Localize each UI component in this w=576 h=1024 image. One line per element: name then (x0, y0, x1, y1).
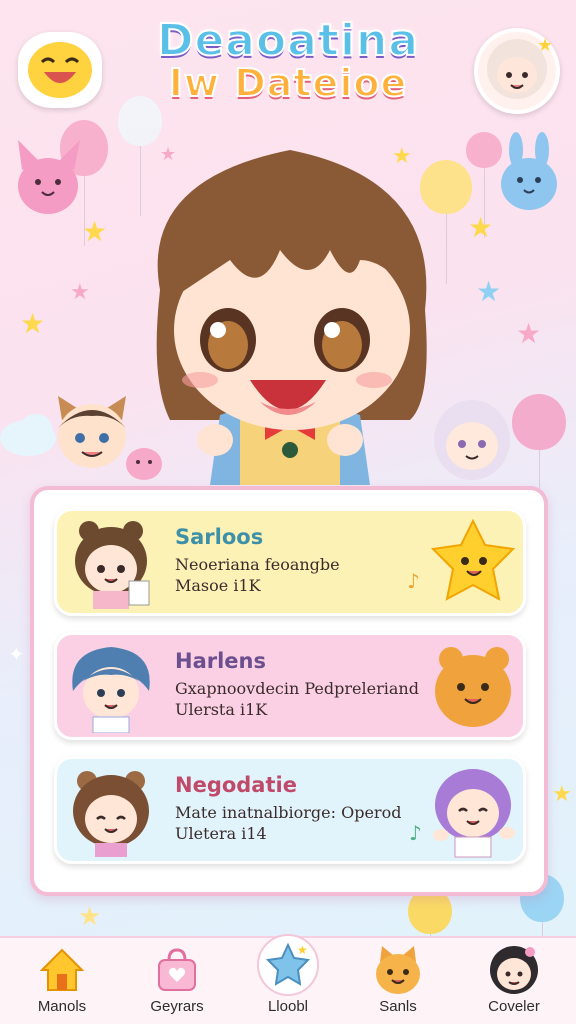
bear-ear-girl-avatar (73, 771, 149, 857)
list-item[interactable]: Sarloos Neoeriana feoangbe Masoe i1K ♪ (54, 508, 526, 616)
list-item[interactable]: Harlens Gxapnoovdecin Pedpreleriand Uler… (54, 632, 526, 740)
list-item-name: Sarloos (175, 525, 264, 549)
star-decoration: ★ (552, 782, 572, 807)
list-item-meta: Ulersta i1K (175, 700, 268, 719)
star-decoration: ★ (70, 280, 90, 305)
music-note-icon: ♪ (407, 569, 420, 593)
star-decoration: ✦ (8, 642, 25, 666)
star-decoration: ★ (20, 307, 46, 340)
chibi-girl-illustration (120, 140, 460, 485)
nav-item-featured[interactable]: ★ Lloobl (238, 934, 338, 1024)
cloud-decoration (0, 414, 56, 456)
list-item-name: Harlens (175, 649, 266, 673)
cat-icon (376, 946, 420, 994)
bottom-nav: Manols Geyrars ★ Lloobl Sanls Coveler (0, 934, 576, 1024)
blue-hair-boy-avatar (72, 647, 150, 733)
pink-bunny-icon (18, 140, 80, 214)
svg-text:★: ★ (537, 35, 553, 56)
nav-item-label: Geyrars (150, 998, 204, 1015)
home-icon (39, 948, 85, 991)
nav-item-profile[interactable]: Coveler (464, 938, 564, 1024)
orange-bear-pet-icon (435, 647, 511, 727)
nav-item-pets[interactable]: Sanls (348, 938, 448, 1024)
nav-item-label: Sanls (379, 998, 417, 1015)
star-pet-icon: ★ (265, 942, 311, 986)
profile-list-panel: Sarloos Neoeriana feoangbe Masoe i1K ♪ H… (30, 486, 548, 896)
svg-text:★: ★ (297, 943, 308, 957)
app-title-line2: Iw Dateioe (168, 61, 408, 106)
yellow-star-pet-icon (430, 518, 516, 601)
purple-hair-girl-icon (433, 769, 515, 858)
star-decoration: ★ (78, 902, 102, 932)
pink-balloon-right-decoration (512, 394, 566, 520)
star-decoration: ★ (468, 211, 494, 244)
list-item-description: Gxapnoovdecin Pedpreleriand (175, 679, 419, 698)
nav-item-label: Coveler (488, 998, 540, 1015)
list-item-description: Mate inatnalbiorge: Operod (175, 803, 402, 822)
nav-item-home[interactable]: Manols (12, 938, 112, 1024)
nav-item-label: Manols (37, 998, 87, 1015)
app-title-line1: Deaoatina (156, 15, 420, 66)
star-decoration: ★ (476, 275, 502, 308)
list-item-name: Negodatie (175, 773, 297, 797)
star-decoration: ★ (516, 317, 542, 350)
blue-bunny-icon (501, 132, 557, 210)
music-note-icon: ♪ (409, 821, 422, 845)
list-item[interactable]: Negodatie Mate inatnalbiorge: Operod Ule… (54, 756, 526, 864)
girl-avatar-icon[interactable]: ★ (474, 28, 560, 114)
list-item-meta: Masoe i1K (175, 576, 261, 595)
nav-item-label: Lloobl (267, 998, 309, 1015)
smiley-face-icon[interactable] (18, 32, 102, 108)
star-decoration: ★ (82, 215, 108, 248)
nav-item-shop[interactable]: Geyrars (127, 938, 227, 1024)
shopping-bag-icon (158, 948, 196, 991)
app-title: Deaoatina Iw Dateioe (128, 15, 448, 106)
profile-avatar-icon (490, 946, 538, 994)
brown-hair-girl-avatar (75, 521, 150, 609)
list-item-description: Neoeriana feoangbe (175, 555, 340, 574)
list-item-meta: Uletera i14 (175, 824, 267, 843)
